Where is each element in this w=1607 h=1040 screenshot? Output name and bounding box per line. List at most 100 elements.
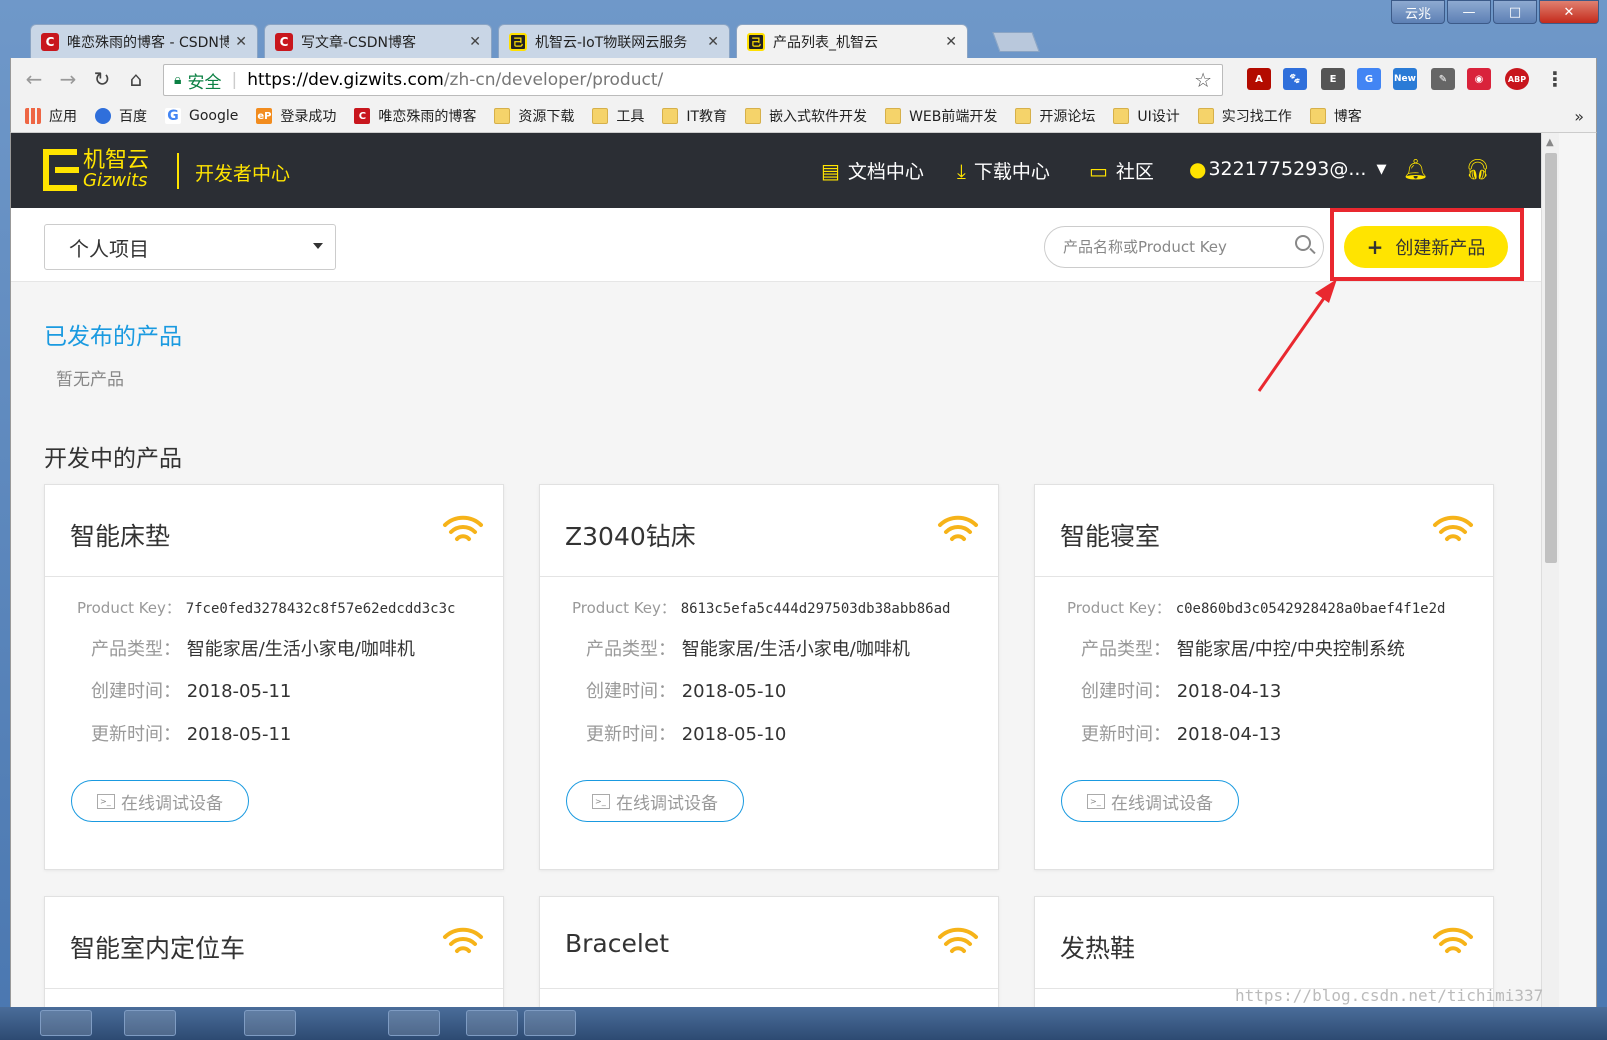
search-input[interactable] <box>1063 236 1283 258</box>
scroll-up-icon[interactable]: ▲ <box>1546 137 1554 148</box>
product-card[interactable]: 智能床垫 Product Key： 7fce0fed3278432c8f57e6… <box>44 484 504 870</box>
browser-tab[interactable]: C 写文章-CSDN博客 ✕ <box>264 24 492 58</box>
product-search <box>1044 226 1324 268</box>
product-name: 智能寝室 <box>1060 522 1161 551</box>
page-content: 机智云 Gizwits 开发者中心 ▤ 文档中心 ⤓ 下载中心 ▭ 社区 ● 3… <box>10 133 1597 1007</box>
home-icon[interactable]: ⌂ <box>123 66 149 92</box>
close-tab-icon[interactable]: ✕ <box>945 34 957 50</box>
address-bar[interactable]: 🔒︎ 安全 | https://dev.gizwits.com/zh-cn/de… <box>163 64 1223 96</box>
bookmark-folder[interactable]: 博客 <box>1309 106 1362 126</box>
gizwits-icon: 己 <box>509 32 527 51</box>
updated-value: 2018-04-13 <box>1176 724 1282 745</box>
back-icon[interactable]: ← <box>21 66 47 92</box>
taskbar-item[interactable] <box>124 1010 176 1036</box>
evernote-extension-icon[interactable]: E <box>1321 68 1345 90</box>
terminal-icon: >_ <box>592 793 610 809</box>
divider <box>540 988 998 989</box>
bookmark-folder[interactable]: 嵌入式软件开发 <box>745 106 867 126</box>
maximize-button[interactable]: □ <box>1493 0 1537 24</box>
close-window-button[interactable]: ✕ <box>1539 0 1599 24</box>
browser-tab[interactable]: C 唯恋殊雨的博客 - CSDN博 ✕ <box>30 24 258 58</box>
yunzhao-button[interactable]: 云兆 <box>1391 0 1445 24</box>
close-tab-icon[interactable]: ✕ <box>469 34 481 50</box>
bookmarks-more-icon[interactable]: » <box>1574 107 1584 126</box>
user-menu[interactable]: ● 3221775293@... ▼ <box>1189 157 1386 181</box>
translate-extension-icon[interactable]: G <box>1357 68 1381 90</box>
nav-downloads[interactable]: ⤓ 下载中心 <box>957 157 1050 184</box>
google-icon: G <box>165 108 181 124</box>
product-name: 智能室内定位车 <box>70 934 246 963</box>
bookmark-item[interactable]: G Google <box>165 108 238 124</box>
baidu-extension-icon[interactable]: 🐾︎ <box>1283 68 1307 90</box>
bookmark-folder[interactable]: 实习找工作 <box>1197 106 1292 126</box>
product-card[interactable]: Z3040钻床 Product Key： 8613c5efa5c444d2975… <box>539 484 999 870</box>
forward-icon[interactable]: → <box>55 66 81 92</box>
csdn-icon: C <box>354 108 371 124</box>
bookmark-folder[interactable]: 资源下载 <box>494 106 574 126</box>
bookmark-folder[interactable]: UI设计 <box>1113 106 1180 126</box>
baidu-paw-icon <box>95 108 111 124</box>
project-select[interactable]: 个人项目 <box>44 224 336 270</box>
close-tab-icon[interactable]: ✕ <box>235 34 247 50</box>
bookmark-item[interactable]: C 唯恋殊雨的博客 <box>354 106 476 126</box>
taskbar-item[interactable] <box>40 1010 92 1036</box>
gizwits-logo[interactable]: 机智云 Gizwits <box>43 149 149 191</box>
updated-row: 更新时间： 2018-05-10 <box>586 724 787 745</box>
menu-dots-icon[interactable]: ⋮ <box>1543 67 1567 91</box>
taskbar-item[interactable] <box>244 1010 296 1036</box>
red-extension-icon[interactable]: ◉ <box>1467 68 1491 90</box>
developer-center-link[interactable]: 开发者中心 <box>195 159 290 186</box>
close-tab-icon[interactable]: ✕ <box>707 34 719 50</box>
header-divider <box>177 153 179 189</box>
browser-tab[interactable]: 己 机智云-IoT物联网云服务 ✕ <box>498 24 730 58</box>
product-card[interactable]: 智能寝室 Product Key： c0e860bd3c0542928428a0… <box>1034 484 1494 870</box>
published-products-heading[interactable]: 已发布的产品 <box>44 317 182 351</box>
online-debug-button[interactable]: >_ 在线调试设备 <box>566 780 744 822</box>
wifi-icon <box>443 515 483 541</box>
pdf-extension-icon[interactable]: A <box>1247 68 1271 90</box>
eyedropper-extension-icon[interactable]: ✎ <box>1431 68 1455 90</box>
nav-docs[interactable]: ▤ 文档中心 <box>821 157 924 184</box>
bookmark-folder[interactable]: WEB前端开发 <box>885 106 997 126</box>
online-debug-button[interactable]: >_ 在线调试设备 <box>71 780 249 822</box>
product-type-value: 智能家居/生活小家电/咖啡机 <box>186 639 415 660</box>
bookmark-folder[interactable]: 开源论坛 <box>1015 106 1095 126</box>
bookmark-folder[interactable]: 工具 <box>592 106 644 126</box>
notification-bell-icon[interactable]: 🔔︎ <box>1403 157 1428 181</box>
support-headset-icon[interactable]: 🎧︎ <box>1465 157 1490 181</box>
gizwits-icon: 己 <box>747 32 765 51</box>
folder-icon <box>592 108 609 124</box>
window-controls: 云兆 — □ ✕ <box>1391 0 1599 24</box>
download-icon: ⤓ <box>957 158 966 183</box>
scrollbar-thumb[interactable] <box>1545 153 1557 563</box>
browser-tab-active[interactable]: 己 产品列表_机智云 ✕ <box>736 24 968 58</box>
browser-toolbar: ← → ↻ ⌂ 🔒︎ 安全 | https://dev.gizwits.com /… <box>10 58 1597 100</box>
product-card[interactable]: 智能室内定位车 <box>44 896 504 1007</box>
product-key-row: Product Key： 7fce0fed3278432c8f57e62edcd… <box>77 599 456 617</box>
taskbar-item[interactable] <box>524 1010 576 1036</box>
watermark: https://blog.csdn.net/tichimi337 <box>1235 986 1544 1005</box>
folder-icon <box>1113 108 1130 124</box>
bookmark-item[interactable]: 应用 <box>25 106 77 126</box>
nav-community[interactable]: ▭ 社区 <box>1089 157 1154 184</box>
reload-icon[interactable]: ↻ <box>89 66 115 92</box>
bookmark-folder[interactable]: IT教育 <box>662 106 727 126</box>
vertical-scrollbar[interactable]: ▲ <box>1541 133 1559 1007</box>
user-icon: ● <box>1189 157 1207 181</box>
taskbar-item[interactable] <box>466 1010 518 1036</box>
bookmark-item[interactable]: eP 登录成功 <box>256 106 336 126</box>
taskbar-item[interactable] <box>388 1010 440 1036</box>
bookmark-item[interactable]: 百度 <box>95 106 147 126</box>
minimize-button[interactable]: — <box>1447 0 1491 24</box>
document-icon: ▤ <box>821 158 840 183</box>
bookmark-star-icon[interactable]: ☆ <box>1194 68 1212 92</box>
online-debug-button[interactable]: >_ 在线调试设备 <box>1061 780 1239 822</box>
adblock-extension-icon[interactable]: ABP <box>1505 68 1529 90</box>
product-card[interactable]: Bracelet <box>539 896 999 1007</box>
search-icon[interactable] <box>1295 235 1311 251</box>
folder-icon <box>745 108 762 124</box>
product-key-row: Product Key： c0e860bd3c0542928428a0baef4… <box>1067 599 1446 617</box>
new-extension-icon[interactable]: New <box>1393 68 1417 90</box>
new-tab-button[interactable] <box>992 32 1040 52</box>
create-product-button[interactable]: + 创建新产品 <box>1344 226 1508 268</box>
